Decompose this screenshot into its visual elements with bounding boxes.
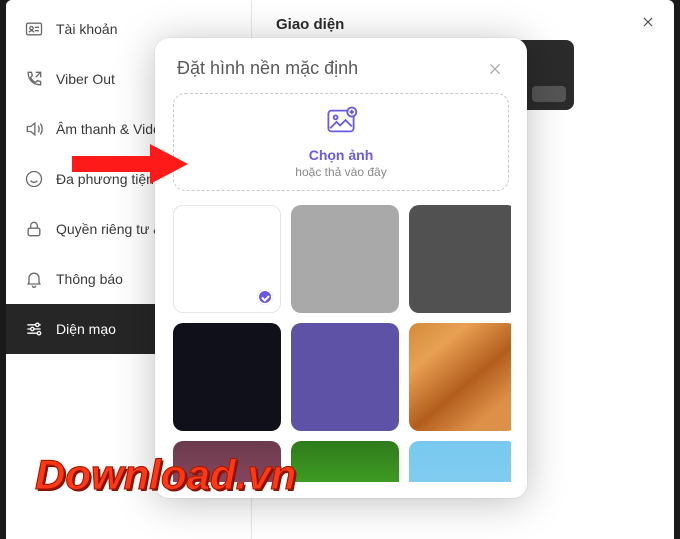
modal-close-button[interactable] (485, 59, 505, 79)
background-tile[interactable] (291, 441, 399, 482)
background-tile[interactable] (291, 205, 399, 313)
profile-card-icon (24, 19, 44, 39)
sidebar-item-label: Đa phương tiện (56, 171, 154, 187)
sidebar-item-label: Quyền riêng tư & (56, 221, 163, 237)
modal-title: Đặt hình nền mặc định (177, 58, 358, 79)
dropzone-subtitle: hoặc thả vào đây (295, 165, 386, 179)
background-picker-modal: Đặt hình nền mặc định Chọn ảnh hoặc thả … (155, 38, 527, 498)
background-tile[interactable] (409, 323, 511, 431)
background-tile[interactable] (173, 205, 281, 313)
smile-icon (24, 169, 44, 189)
sidebar-item-label: Tài khoản (56, 21, 117, 37)
phone-out-icon (24, 69, 44, 89)
section-title: Giao diện (276, 16, 650, 33)
bell-icon (24, 269, 44, 289)
sidebar-item-label: Thông báo (56, 271, 123, 287)
image-add-icon (323, 106, 359, 141)
lock-icon (24, 219, 44, 239)
upload-dropzone[interactable]: Chọn ảnh hoặc thả vào đây (173, 93, 509, 191)
background-tile[interactable] (291, 323, 399, 431)
background-tile[interactable] (409, 441, 511, 482)
speaker-icon (24, 119, 44, 139)
background-tile[interactable] (173, 323, 281, 431)
dropzone-title: Chọn ảnh (309, 147, 374, 163)
sidebar-item-label: Diện mạo (56, 321, 116, 337)
background-tile[interactable] (173, 441, 281, 482)
sidebar-item-label: Âm thanh & Video (56, 121, 169, 137)
close-settings-button[interactable] (638, 12, 658, 32)
sidebar-item-label: Viber Out (56, 71, 115, 87)
slider-icon (24, 319, 44, 339)
background-grid (173, 205, 511, 482)
background-tile[interactable] (409, 205, 511, 313)
